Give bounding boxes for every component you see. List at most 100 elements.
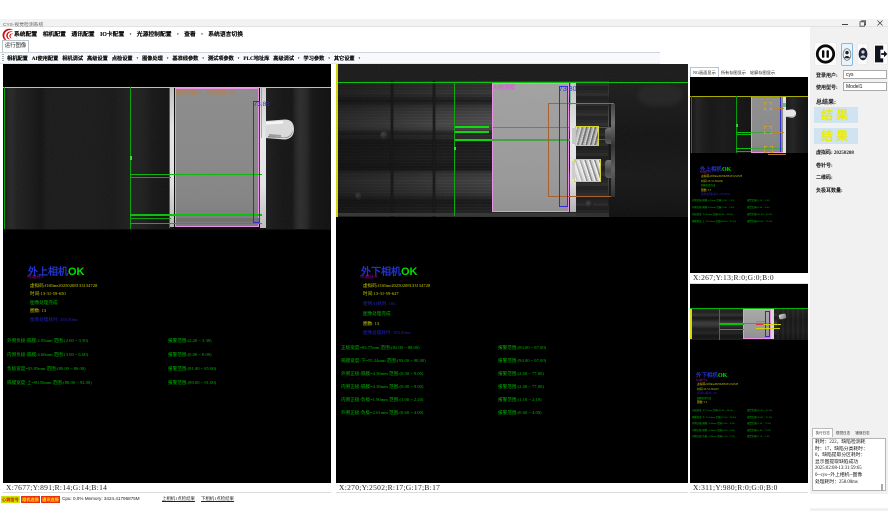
preview2-meas: 报警范围:(83.00 ~ 87.00): [747, 408, 772, 412]
log-tabs: 执行日志 视觉日志 错误日志: [812, 428, 872, 437]
left-code-text: 虚拟码:Offline20250208133134728: [30, 283, 97, 289]
toolbar-item-1[interactable]: AI使用配置: [32, 55, 59, 62]
pause-icon: [815, 43, 836, 65]
tab-exec-log[interactable]: 执行日志: [812, 428, 833, 437]
toolbar-item-6[interactable]: 基准线参数: [172, 55, 198, 62]
result-box-upper: 结果: [814, 107, 858, 123]
left-meas-row: 负极宽度=83.05mm 范围:(80.00 ~ 86.00): [7, 366, 86, 372]
menu-items: 系统配置相机配置通讯配置IO卡配置▾光源控制配置▾查看▾系统语言切换: [14, 29, 243, 38]
toolbar-dropdown-icon: ▾: [238, 56, 240, 60]
toolbar-item-11[interactable]: 其它设置: [334, 55, 355, 62]
user-switch-button[interactable]: [841, 43, 853, 66]
preview2-time: 时间:13-31-59-627: [697, 387, 719, 391]
preview2-meas: 报警范围:(2.00 ~ 77.00): [747, 421, 771, 425]
tab-error-log[interactable]: 错误日志: [853, 429, 872, 437]
total-result-label: 总结果:: [816, 97, 836, 106]
center-meas-row: 隔膜宽度-下=95.24mm 范围:(93.00 ~ 98.00): [341, 358, 426, 364]
log-line: 0--cys--外上相机--图像: [815, 473, 883, 480]
preview1-time: 时间:13-31-59-650: [701, 179, 723, 183]
result-ok: OK: [68, 266, 85, 278]
preview2-ai: 使用AI耗时: 166: [697, 391, 717, 395]
tab-all-images[interactable]: 所有存图显示: [719, 68, 748, 77]
preview1-meas: 外侧负极-隔膜:2.95mm 范围:(2.00 ~ 3.50): [692, 198, 734, 202]
left-ng-text: NG统计:1: [27, 274, 44, 280]
log-scrollbar[interactable]: [881, 484, 883, 491]
menu-item-1[interactable]: 相机配置: [43, 29, 66, 38]
center-meas-alarm: 报警范围:(94.00 ~ 97.00): [498, 358, 546, 364]
preview1-meas: 报警范围:(81.00 ~ 85.00): [747, 212, 772, 216]
toolbar-item-8[interactable]: PLC地址库: [243, 55, 269, 62]
toolbar-item-10[interactable]: 学习参数: [304, 55, 325, 62]
preview1-image: [690, 77, 808, 155]
close-button[interactable]: [875, 20, 885, 27]
toolbar-item-9[interactable]: 高级调试: [273, 55, 294, 62]
menu-item-5[interactable]: 查看: [184, 29, 196, 38]
minimize-button[interactable]: [840, 20, 850, 27]
user-button[interactable]: [857, 43, 869, 65]
preview-panel-upper[interactable]: 外上相机OK NG统计:1 虚拟码:Offline202502081331347…: [690, 77, 808, 273]
toolbar-item-3[interactable]: 高级设置: [87, 55, 108, 62]
preview1-turns: 圈数: 13: [701, 188, 711, 192]
menu-dropdown-icon: ▾: [201, 32, 203, 36]
log-box[interactable]: 耗时：222，缺陷检测耗 时：17，缺陷分类耗时： 0，缺陷提取分区耗时： 显示…: [812, 438, 886, 491]
model-label: 使用型号:: [816, 84, 838, 91]
log-line: 2025:02:08-13:31:59:65: [815, 466, 883, 473]
lower-camera-check-link[interactable]: 下相机1点检结果: [201, 496, 234, 502]
menu-item-6[interactable]: 系统语言切换: [208, 29, 243, 38]
tab-ng-display[interactable]: NG画面显示: [690, 67, 719, 77]
toolbar-item-7[interactable]: 测试项参数: [208, 55, 234, 62]
toolbar-item-0[interactable]: 相机配置: [7, 55, 28, 62]
menu-item-2[interactable]: 通讯配置: [71, 29, 94, 38]
center-coordinate-bar: X:270;Y:2502;R:17;G:17;B:17: [336, 483, 688, 493]
pause-button[interactable]: [814, 42, 837, 66]
toolbar-dropdown-icon: ▾: [167, 56, 169, 60]
maximize-button[interactable]: [858, 20, 868, 27]
preview2-turns: 圈数: 13: [697, 400, 707, 404]
toolbar-dropdown-icon: ▾: [328, 56, 330, 60]
toolbar-item-5[interactable]: 图像处理: [142, 55, 163, 62]
center-ai-elapsed-text: 使用AI耗时: 166: [363, 301, 396, 307]
qr-label: 二维码:: [816, 174, 833, 181]
log-line: 耗时：222，缺陷检测耗: [815, 440, 883, 447]
preview-tabs: NG画面显示 所有存图显示 轮廓存图显示: [690, 62, 808, 77]
upper-camera-check-link[interactable]: 上相机1点检结果: [162, 496, 195, 502]
center-camera-image: AI检测框 73.80: [336, 64, 688, 217]
menu-item-3[interactable]: IO卡配置: [100, 29, 124, 38]
model-input[interactable]: Model1: [843, 82, 887, 91]
pin-label: 卷针号:: [816, 162, 833, 169]
preview2-image: [690, 284, 808, 341]
center-meas-alarm: 报警范围:(2.00 ~ 77.00): [498, 384, 544, 390]
center-meas-alarm: 报警范围:(2.00 ~ 77.00): [498, 371, 544, 377]
center-camera-panel[interactable]: AI检测框 73.80 外下相机OK NG统计:0 虚拟码:Offline202…: [336, 64, 688, 483]
menu-item-0[interactable]: 系统配置: [14, 29, 37, 38]
preview1-meas: 负极宽度=83.05mm 范围:(80.00 ~ 86.00): [692, 212, 733, 216]
result-ok: OK: [401, 266, 418, 278]
result-ok: OK: [718, 373, 727, 379]
exit-button[interactable]: [873, 43, 888, 65]
tab-run-image[interactable]: 运行图像: [2, 40, 29, 52]
left-camera-panel[interactable]: 固定阈值:93，动态阈值:100 73.88 外上相机OK NG统计:1 虚拟码…: [3, 64, 331, 483]
login-input[interactable]: cys: [843, 70, 887, 79]
tab-contour-images[interactable]: 轮廓存图显示: [748, 68, 777, 77]
toolbar-grip: [2, 54, 4, 62]
menu-item-4[interactable]: 光源控制配置: [137, 29, 172, 38]
left-time-text: 时间:13-31-59-650: [30, 291, 66, 297]
result-ok: OK: [722, 167, 731, 173]
toolbar-item-2[interactable]: 相机调试: [62, 55, 83, 62]
center-meas-row: 外侧正极-隔膜=4.38mm 范围:(0.00 ~ 9.00): [341, 371, 423, 377]
left-done-text: 图像处理完成: [30, 300, 58, 306]
tab-alarm-log[interactable]: 视觉日志: [833, 429, 852, 437]
preview2-meas: 正极宽度=83.77mm 范围:(82.00 ~ 88.00): [692, 408, 733, 412]
camera-status-chip: 相机连接: [21, 496, 40, 503]
toolbar-item-4[interactable]: 点检设置: [112, 55, 133, 62]
app-window: CYS-视觉检测系统 系统配置相机配置通讯配置IO卡配置▾光源控制配置▾查看▾系…: [0, 0, 888, 522]
preview-panel-lower[interactable]: 外下相机OK NG统计:0 虚拟码:Offline202502081331347…: [690, 284, 808, 483]
close-icon: [875, 20, 885, 27]
preview2-meas: 内侧正极-负极=1.90mm 范围:(1.00 ~ 2.20): [692, 434, 735, 438]
left-meas-alarm: 报警范围:(81.00 ~ 85.00): [168, 366, 216, 372]
toolbar-dropdown-icon: ▾: [137, 56, 139, 60]
center-time-text: 时间:13-31-59-627: [363, 291, 399, 297]
center-meas-row: 内侧正极-负极=1.90mm 范围:(1.00 ~ 2.20): [341, 397, 423, 403]
maximize-icon: [858, 20, 868, 27]
log-line: 处理耗时：258.00ms: [815, 480, 883, 487]
